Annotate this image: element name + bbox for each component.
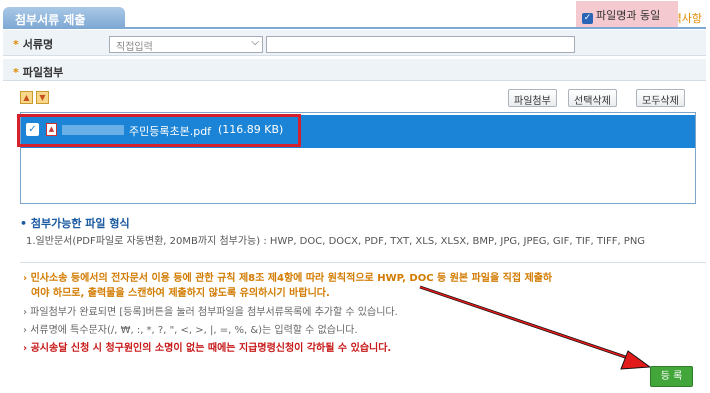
red-arrow-annotation [419,285,652,370]
register-button[interactable]: 등 록 [650,366,693,387]
